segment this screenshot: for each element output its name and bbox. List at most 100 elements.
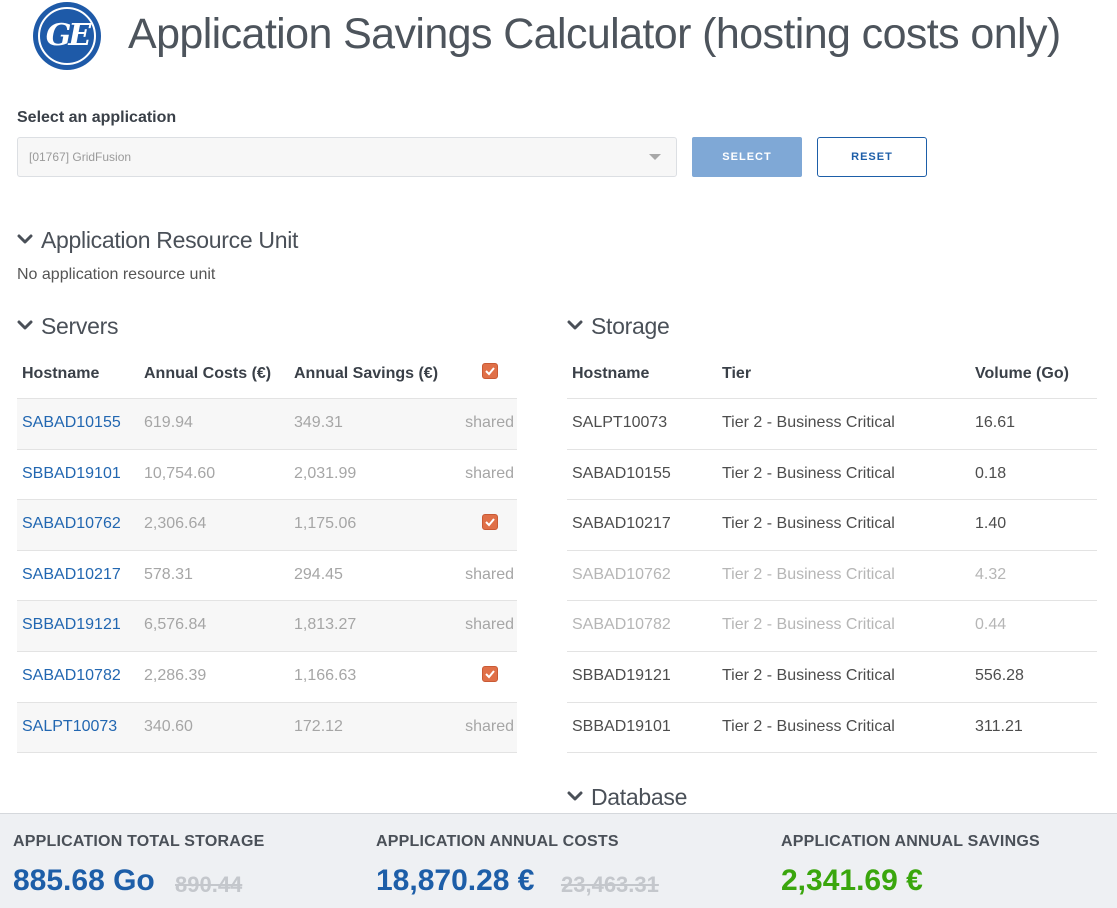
application-select[interactable]: [01767] GridFusion (17, 137, 677, 177)
table-row: SABAD10762 Tier 2 - Business Critical 4.32 (567, 551, 1097, 602)
page-title: Application Savings Calculator (hosting … (128, 10, 1061, 58)
storage-volume: 16.61 (975, 414, 1016, 431)
storage-hostname: SBBAD19121 (572, 666, 671, 684)
storage-tier: Tier 2 - Business Critical (722, 666, 895, 684)
server-annual-savings: 349.31 (294, 414, 343, 431)
server-annual-costs: 6,576.84 (144, 616, 207, 634)
table-row: SABAD10782 Tier 2 - Business Critical 0.44 (567, 601, 1097, 652)
storage-hostname: SABAD10782 (572, 616, 671, 634)
chevron-down-icon (17, 225, 33, 255)
shared-label: shared (465, 616, 514, 634)
ge-logo: GE (33, 2, 101, 70)
storage-volume: 1.40 (975, 515, 1007, 533)
server-annual-savings: 172.12 (294, 717, 343, 735)
column-header-annual-savings: Annual Savings (€) (294, 365, 439, 382)
total-storage-previous: 890.44 (175, 872, 243, 897)
server-annual-savings: 1,166.63 (294, 666, 357, 684)
aru-section-header[interactable]: Application Resource Unit (17, 225, 298, 255)
storage-table-body: SALPT10073 Tier 2 - Business Critical 16.6… (567, 399, 1097, 754)
select-application-label: Select an application (17, 109, 177, 126)
shared-label: shared (465, 717, 514, 735)
table-row: SBBAD19101 Tier 2 - Business Critical 311.… (567, 703, 1097, 754)
server-hostname-link[interactable]: SABAD10762 (22, 515, 121, 533)
table-row: SABAD10217 578.31 294.45 shared (17, 551, 517, 602)
server-annual-savings: 1,813.27 (294, 616, 357, 634)
annual-savings-label: APPLICATION ANNUAL SAVINGS (781, 833, 1040, 850)
server-annual-costs: 340.60 (144, 717, 193, 735)
reset-button[interactable]: RESET (817, 137, 927, 177)
server-annual-costs: 578.31 (144, 565, 193, 583)
servers-section-title: Servers (41, 312, 119, 339)
storage-hostname: SABAD10762 (572, 565, 671, 583)
storage-section-header[interactable]: Storage (567, 311, 670, 341)
server-include-checkbox[interactable] (482, 665, 498, 682)
table-row: SABAD10155 Tier 2 - Business Critical 0.18 (567, 450, 1097, 501)
server-include-checkbox[interactable] (482, 514, 498, 531)
storage-volume: 311.21 (975, 717, 1023, 735)
storage-section-title: Storage (591, 312, 670, 339)
table-row: SABAD10155 619.94 349.31 shared (17, 399, 517, 450)
storage-tier: Tier 2 - Business Critical (722, 616, 895, 634)
select-all-checkbox[interactable] (482, 363, 498, 379)
shared-label: shared (465, 414, 514, 431)
server-hostname-link[interactable]: SABAD10217 (22, 566, 121, 584)
annual-savings-value: 2,341.69 € (781, 864, 923, 897)
total-storage-value: 885.68 Go (13, 864, 155, 897)
storage-tier: Tier 2 - Business Critical (722, 464, 895, 482)
server-annual-costs: 10,754.60 (144, 464, 216, 482)
storage-tier: Tier 2 - Business Critical (722, 717, 895, 735)
table-row: SBBAD19121 Tier 2 - Business Critical 556.… (567, 652, 1097, 703)
storage-hostname: SABAD10155 (572, 464, 671, 482)
chevron-down-icon (567, 782, 583, 812)
table-row: SBBAD19121 6,576.84 1,813.27 shared (17, 601, 517, 652)
storage-volume: 0.18 (975, 464, 1007, 482)
server-hostname-link[interactable]: SBBAD19121 (22, 616, 121, 634)
server-hostname-link[interactable]: SABAD10155 (22, 414, 121, 432)
column-header-tier: Tier (722, 365, 752, 382)
shared-label: shared (465, 464, 514, 482)
aru-section-title: Application Resource Unit (41, 226, 299, 253)
server-annual-costs: 2,306.64 (144, 515, 207, 533)
server-annual-savings: 294.45 (294, 565, 343, 583)
table-row: SABAD10762 2,306.64 1,175.06 (17, 500, 517, 551)
server-annual-costs: 619.94 (144, 414, 193, 431)
servers-table: Hostname Annual Costs (€) Annual Savings… (17, 349, 517, 754)
database-section-header[interactable]: Database (567, 782, 687, 812)
chevron-down-icon (17, 311, 33, 341)
storage-volume: 4.32 (975, 565, 1007, 583)
storage-table: Hostname Tier Volume (Go) SALPT10073 Tier… (567, 349, 1097, 754)
storage-tier: Tier 2 - Business Critical (722, 515, 895, 533)
total-storage-label: APPLICATION TOTAL STORAGE (13, 833, 265, 850)
storage-hostname: SALPT10073 (572, 414, 668, 431)
app-header: GE Application Savings Calculator (hosti… (0, 0, 1117, 80)
database-section-title: Database (591, 783, 688, 810)
logo-monogram: GE (45, 18, 92, 53)
table-row: SABAD10217 Tier 2 - Business Critical 1.40 (567, 500, 1097, 551)
select-button[interactable]: SELECT (692, 137, 802, 177)
aru-empty-message: No application resource unit (17, 266, 216, 283)
storage-tier: Tier 2 - Business Critical (722, 414, 895, 431)
column-header-volume: Volume (Go) (975, 365, 1069, 382)
annual-costs-value: 18,870.28 € (376, 864, 535, 897)
storage-tier: Tier 2 - Business Critical (722, 565, 895, 583)
servers-section-header[interactable]: Servers (17, 311, 118, 341)
server-annual-costs: 2,286.39 (144, 666, 207, 684)
chevron-down-icon (567, 311, 583, 341)
storage-hostname: SABAD10217 (572, 515, 671, 533)
column-header-annual-costs: Annual Costs (€) (144, 365, 272, 382)
annual-costs-label: APPLICATION ANNUAL COSTS (376, 833, 619, 850)
table-row: SALPT10073 340.60 172.12 shared (17, 702, 517, 754)
storage-table-header: Hostname Tier Volume (Go) (567, 349, 1097, 399)
servers-table-body: SABAD10155 619.94 349.31 shared SBBAD19101 10… (17, 399, 517, 754)
server-annual-savings: 2,031.99 (294, 464, 357, 482)
storage-volume: 0.44 (975, 616, 1007, 634)
table-row: SBBAD19101 10,754.60 2,031.99 shared (17, 450, 517, 501)
annual-costs-previous: 23,463.31 (561, 872, 659, 897)
storage-hostname: SBBAD19101 (572, 717, 671, 735)
shared-label: shared (465, 565, 514, 583)
server-hostname-link[interactable]: SALPT10073 (22, 718, 117, 736)
server-hostname-link[interactable]: SBBAD19101 (22, 465, 121, 483)
server-hostname-link[interactable]: SABAD10782 (22, 667, 121, 685)
server-annual-savings: 1,175.06 (294, 515, 357, 533)
column-header-hostname: Hostname (572, 365, 650, 382)
